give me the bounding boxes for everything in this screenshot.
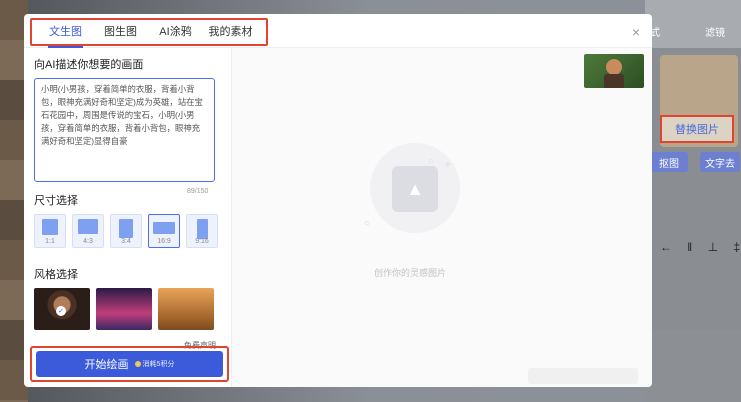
character-face-icon — [606, 59, 622, 75]
empty-state-text: 创作你的灵感图片 — [374, 268, 447, 278]
right-tab-filter[interactable]: 滤镜 — [705, 24, 725, 39]
check-icon: ✓ — [56, 306, 66, 316]
size-option-3-4[interactable]: 3:4 — [110, 214, 142, 248]
prompt-textarea[interactable]: 小明(小男孩，穿着简单的衣服，背着小背包，眼神充满好奇和坚定)成为英雄，站在宝石… — [34, 78, 215, 182]
prompt-counter: 89/150 — [187, 188, 209, 195]
style-options: ✓ — [34, 288, 223, 330]
start-drawing-label: 开始绘画 — [84, 359, 129, 371]
portrait-ratio-icon — [119, 219, 133, 238]
size-label: 9:16 — [195, 238, 209, 245]
size-option-16-9[interactable]: 16:9 — [148, 214, 180, 248]
replace-image-button[interactable]: 替换图片 — [660, 115, 734, 143]
size-label: 1:1 — [45, 238, 55, 245]
close-icon[interactable]: × — [632, 24, 640, 40]
tab-my-assets[interactable]: 我的素材 — [203, 23, 258, 39]
draw-cost: 消耗5积分 — [134, 359, 175, 369]
align-center-icon[interactable]: ‖ — [687, 240, 692, 254]
style-card-cartoon[interactable]: ✓ — [34, 288, 90, 330]
sparkle-icon: ○ — [428, 156, 435, 167]
tab-image-to-image[interactable]: 图生图 — [93, 23, 148, 39]
tab-text-to-image[interactable]: 文生图 — [38, 23, 93, 48]
ai-image-modal: 文生图 图生图 AI涂鸦 我的素材 × 向AI描述你想要的画面 小明(小男孩，穿… — [24, 14, 652, 387]
align-left-icon[interactable]: ← — [660, 240, 672, 254]
start-drawing-button[interactable]: 开始绘画 消耗5积分 — [36, 351, 223, 377]
settings-panel: 向AI描述你想要的画面 小明(小男孩，穿着简单的衣服，背着小背包，眼神充满好奇和… — [24, 48, 231, 387]
background-bottom-right — [645, 330, 741, 402]
style-title: 风格选择 — [34, 269, 78, 281]
style-card-painting[interactable] — [158, 288, 214, 330]
size-label: 4:3 — [83, 238, 93, 245]
character-body-icon — [604, 74, 624, 88]
cutout-button[interactable]: 抠图 — [650, 152, 688, 172]
wide-ratio-icon — [153, 222, 175, 234]
square-ratio-icon — [42, 219, 58, 235]
size-option-4-3[interactable]: 4:3 — [72, 214, 104, 248]
landscape-ratio-icon — [78, 219, 98, 234]
align-distribute-icon[interactable]: ‡ — [733, 240, 740, 254]
preview-panel: ▲ ○ + ○ 创作你的灵感图片 — [232, 48, 652, 387]
image-placeholder-icon: ▲ — [392, 166, 438, 212]
modal-tabs: 文生图 图生图 AI涂鸦 我的素材 × — [24, 14, 652, 48]
size-label: 3:4 — [121, 238, 131, 245]
small-circle-icon: ○ — [364, 218, 371, 229]
prompt-title: 向AI描述你想要的画面 — [34, 59, 144, 71]
coin-icon — [134, 361, 141, 367]
preview-toolbar[interactable] — [528, 368, 638, 384]
size-option-9-16[interactable]: 9:16 — [186, 214, 218, 248]
tab-ai-doodle[interactable]: AI涂鸦 — [148, 23, 203, 39]
align-toolbar: ← ‖ ⊥ ‡ — [660, 240, 740, 254]
style-card-cyberpunk[interactable] — [96, 288, 152, 330]
size-option-1-1[interactable]: 1:1 — [34, 214, 66, 248]
draw-cost-label: 消耗5积分 — [142, 361, 175, 368]
tall-ratio-icon — [196, 219, 208, 239]
align-bottom-icon[interactable]: ⊥ — [708, 240, 718, 254]
plus-icon: + — [445, 160, 451, 171]
text-remove-button[interactable]: 文字去 — [700, 152, 740, 172]
preview-thumbnail[interactable] — [584, 54, 644, 88]
size-label: 16:9 — [157, 238, 171, 245]
size-options: 1:1 4:3 3:4 16:9 9:16 — [34, 214, 223, 248]
